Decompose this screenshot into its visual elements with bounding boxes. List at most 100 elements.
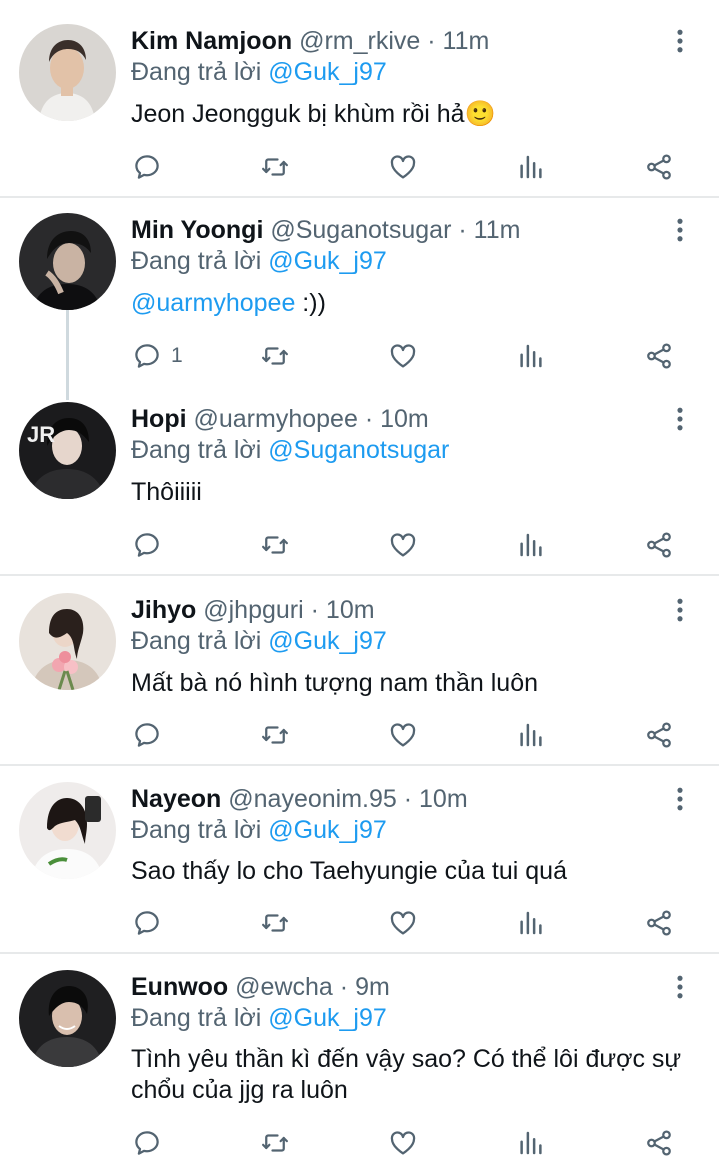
share-button[interactable] bbox=[644, 1125, 674, 1161]
timestamp[interactable]: 10m bbox=[419, 785, 468, 813]
timestamp[interactable]: 11m bbox=[474, 216, 521, 244]
like-button[interactable] bbox=[388, 149, 418, 185]
more-options-button[interactable] bbox=[666, 970, 694, 1004]
more-options-button[interactable] bbox=[666, 24, 694, 58]
more-icon bbox=[666, 402, 694, 436]
retweet-button[interactable] bbox=[260, 149, 290, 185]
analytics-button[interactable] bbox=[516, 1125, 546, 1161]
like-button[interactable] bbox=[388, 527, 418, 563]
user-handle[interactable]: @rm_rkive bbox=[299, 27, 420, 55]
action-bar bbox=[0, 1125, 719, 1161]
user-handle[interactable]: @nayeonim.95 bbox=[228, 785, 397, 813]
tweet-text-body: Tình yêu thần kì đến vậy sao? Có thể lôi… bbox=[131, 1045, 682, 1104]
replying-to-line: Đang trả lời @Guk_j97 bbox=[131, 813, 679, 847]
replying-to-label: Đang trả lời bbox=[131, 436, 262, 464]
replying-to-label: Đang trả lời bbox=[131, 627, 262, 655]
share-icon bbox=[644, 341, 674, 371]
reply-button[interactable] bbox=[132, 905, 162, 941]
timestamp[interactable]: 11m bbox=[443, 27, 490, 55]
user-handle[interactable]: @uarmyhopee bbox=[194, 405, 358, 433]
retweet-button[interactable] bbox=[260, 717, 290, 753]
avatar[interactable]: JR bbox=[19, 402, 116, 499]
retweet-icon bbox=[260, 530, 290, 560]
like-button[interactable] bbox=[388, 1125, 418, 1161]
like-icon bbox=[388, 908, 418, 938]
timestamp[interactable]: 10m bbox=[380, 405, 429, 433]
tweet-header: Jihyo @jhpguri · 10m bbox=[131, 593, 659, 627]
share-icon bbox=[644, 908, 674, 938]
reply-mention-link[interactable]: @Guk_j97 bbox=[268, 58, 387, 86]
display-name[interactable]: Min Yoongi bbox=[131, 216, 263, 244]
share-button[interactable] bbox=[644, 905, 674, 941]
retweet-button[interactable] bbox=[260, 1125, 290, 1161]
tweet-card[interactable]: Kim Namjoon @rm_rkive · 11m Đang trả lời… bbox=[0, 0, 719, 197]
user-handle[interactable]: @jhpguri bbox=[203, 596, 303, 624]
analytics-button[interactable] bbox=[516, 527, 546, 563]
analytics-button[interactable] bbox=[516, 717, 546, 753]
reply-mention-link[interactable]: @Suganotsugar bbox=[268, 436, 449, 464]
tweet-card[interactable]: Eunwoo @ewcha · 9m Đang trả lời @Guk_j97… bbox=[0, 954, 719, 1173]
action-bar bbox=[0, 905, 719, 941]
more-options-button[interactable] bbox=[666, 213, 694, 247]
analytics-button[interactable] bbox=[516, 338, 546, 374]
separator-dot: · bbox=[403, 785, 413, 813]
display-name[interactable]: Hopi bbox=[131, 405, 187, 433]
analytics-icon bbox=[516, 341, 546, 371]
display-name[interactable]: Kim Namjoon bbox=[131, 27, 292, 55]
user-handle[interactable]: @Suganotsugar bbox=[270, 216, 451, 244]
replying-to-label: Đang trả lời bbox=[131, 58, 262, 86]
like-button[interactable] bbox=[388, 338, 418, 374]
reply-icon bbox=[132, 908, 162, 938]
avatar[interactable] bbox=[19, 782, 116, 879]
share-button[interactable] bbox=[644, 149, 674, 185]
share-button[interactable] bbox=[644, 338, 674, 374]
like-button[interactable] bbox=[388, 717, 418, 753]
analytics-button[interactable] bbox=[516, 149, 546, 185]
reply-button[interactable]: 1 bbox=[132, 338, 183, 374]
user-handle[interactable]: @ewcha bbox=[235, 973, 333, 1001]
display-name[interactable]: Nayeon bbox=[131, 785, 221, 813]
more-options-button[interactable] bbox=[666, 402, 694, 436]
share-button[interactable] bbox=[644, 717, 674, 753]
tweet-text-body: Mất bà nó hình tượng nam thần luôn bbox=[131, 669, 539, 697]
reply-button[interactable] bbox=[132, 717, 162, 753]
more-options-button[interactable] bbox=[666, 782, 694, 816]
retweet-button[interactable] bbox=[260, 905, 290, 941]
analytics-icon bbox=[516, 908, 546, 938]
more-icon bbox=[666, 24, 694, 58]
tweet-card[interactable]: Nayeon @nayeonim.95 · 10m Đang trả lời @… bbox=[0, 766, 719, 952]
share-button[interactable] bbox=[644, 527, 674, 563]
reply-mention-link[interactable]: @Guk_j97 bbox=[268, 1004, 387, 1032]
reply-button[interactable] bbox=[132, 1125, 162, 1161]
avatar[interactable] bbox=[19, 24, 116, 121]
timestamp[interactable]: 9m bbox=[355, 973, 390, 1001]
reply-icon bbox=[132, 720, 162, 750]
display-name[interactable]: Jihyo bbox=[131, 596, 196, 624]
text-mention-link[interactable]: @uarmyhopee bbox=[131, 289, 295, 317]
analytics-button[interactable] bbox=[516, 905, 546, 941]
reply-button[interactable] bbox=[132, 149, 162, 185]
reply-button[interactable] bbox=[132, 527, 162, 563]
separator-dot: · bbox=[364, 405, 374, 433]
reply-icon bbox=[132, 341, 162, 371]
emoji: 🙂 bbox=[464, 100, 496, 128]
avatar[interactable] bbox=[19, 970, 116, 1067]
retweet-button[interactable] bbox=[260, 527, 290, 563]
like-button[interactable] bbox=[388, 905, 418, 941]
avatar[interactable] bbox=[19, 593, 116, 690]
more-options-button[interactable] bbox=[666, 593, 694, 627]
share-icon bbox=[644, 1128, 674, 1158]
reply-mention-link[interactable]: @Guk_j97 bbox=[268, 816, 387, 844]
reply-mention-link[interactable]: @Guk_j97 bbox=[268, 627, 387, 655]
display-name[interactable]: Eunwoo bbox=[131, 973, 228, 1001]
tweet-card[interactable]: Jihyo @jhpguri · 10m Đang trả lời @Guk_j… bbox=[0, 576, 719, 764]
tweet-card[interactable]: JR Hopi @uarmyhopee · 10m Đang trả lời @… bbox=[0, 388, 719, 574]
timestamp[interactable]: 10m bbox=[326, 596, 375, 624]
tweet-card[interactable]: Min Yoongi @Suganotsugar · 11m Đang trả … bbox=[0, 198, 719, 400]
retweet-button[interactable] bbox=[260, 338, 290, 374]
reply-mention-link[interactable]: @Guk_j97 bbox=[268, 247, 387, 275]
separator-dot: · bbox=[427, 27, 436, 55]
avatar[interactable] bbox=[19, 213, 116, 310]
separator-dot: · bbox=[458, 216, 467, 244]
replying-to-label: Đang trả lời bbox=[131, 1004, 262, 1032]
